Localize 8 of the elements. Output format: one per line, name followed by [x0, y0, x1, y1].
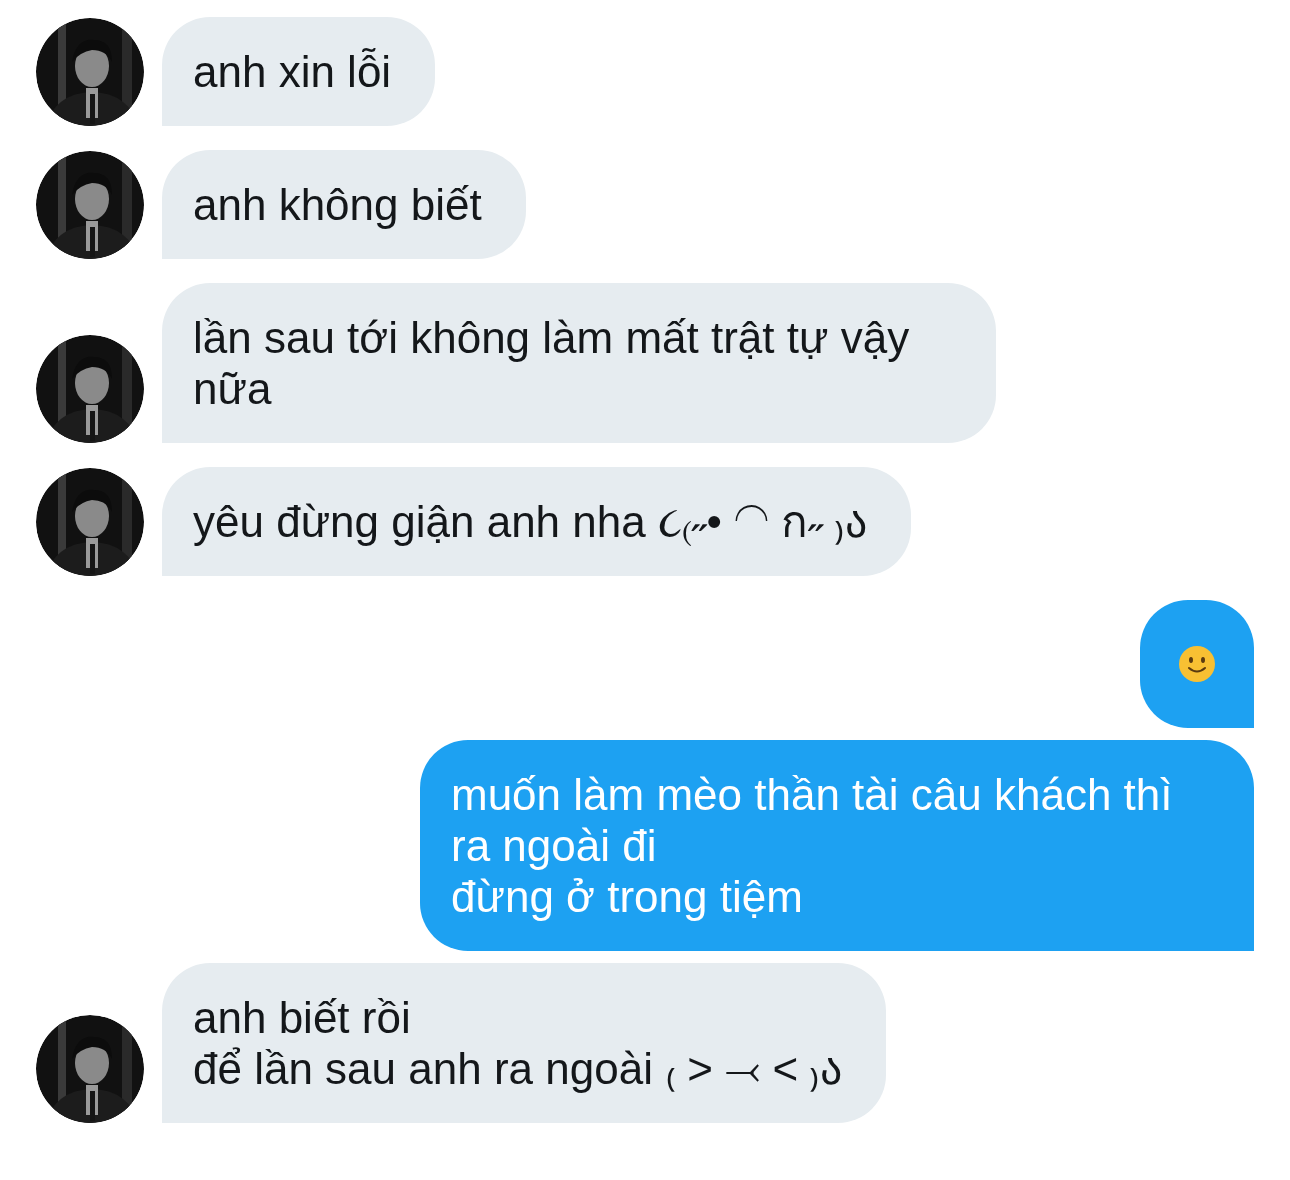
message-text: anh không biết: [193, 179, 482, 230]
smiley-icon: [1178, 645, 1216, 683]
message-text: yêu đừng giận anh nha ૮₍˶• ◠ ก˶ ₎ა: [193, 496, 868, 547]
message-text: anh xin lỗi: [193, 46, 392, 97]
message-text: lần sau tới không làm mất trật tự vậy nữa: [193, 312, 911, 414]
message-text: đừng ở trong tiệm: [451, 871, 804, 922]
message-text: để lần sau anh ra ngoài ₍ ˃ ⤙ ˂ ₎ა: [193, 1043, 843, 1094]
message-text: anh biết rồi: [193, 992, 412, 1043]
